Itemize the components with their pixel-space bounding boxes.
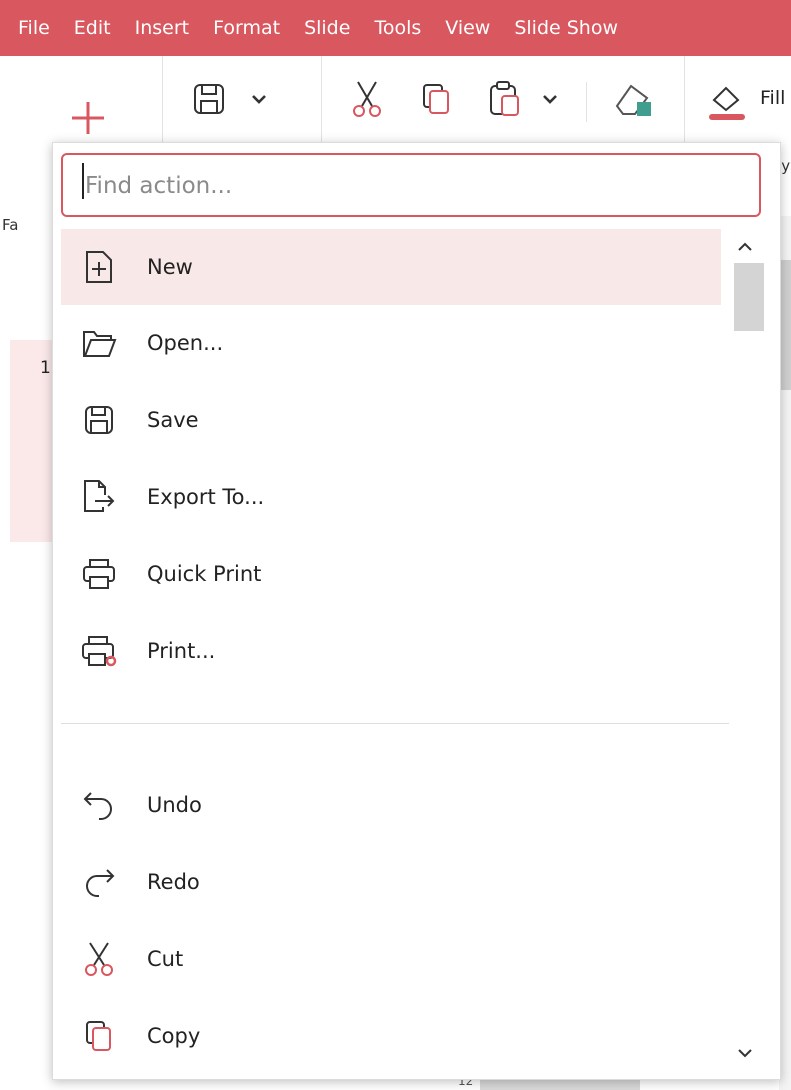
action-label: Undo — [147, 793, 202, 817]
action-open[interactable]: Open... — [61, 305, 721, 381]
action-label: Export To... — [147, 485, 265, 509]
chevron-down-icon[interactable] — [541, 92, 559, 106]
printer-icon — [79, 554, 119, 594]
find-action-input[interactable] — [83, 165, 747, 207]
menu-tools[interactable]: Tools — [362, 0, 433, 56]
find-action-popup: New Open... Save Export To... Quick Prin… — [52, 142, 781, 1080]
ribbon-group-label: Fa — [2, 216, 19, 234]
save-icon — [79, 400, 119, 440]
menu-slide-show[interactable]: Slide Show — [502, 0, 630, 56]
scrollbar-thumb[interactable] — [734, 263, 764, 331]
save-icon[interactable] — [192, 82, 226, 116]
action-label: Copy — [147, 1024, 201, 1048]
action-export-to[interactable]: Export To... — [61, 459, 721, 535]
chevron-down-icon[interactable] — [250, 92, 268, 106]
menu-divider — [61, 723, 729, 724]
action-label: Open... — [147, 331, 224, 355]
undo-icon — [79, 785, 119, 825]
ribbon-divider — [586, 82, 587, 122]
print-settings-icon — [79, 631, 119, 671]
search-box[interactable] — [61, 153, 761, 217]
action-label: Print... — [147, 639, 216, 663]
cut-icon[interactable] — [350, 80, 384, 118]
action-label: New — [147, 255, 193, 279]
plus-icon[interactable] — [70, 100, 106, 136]
action-cut[interactable]: Cut — [61, 921, 721, 997]
action-print[interactable]: Print... — [61, 613, 721, 689]
action-copy[interactable]: Copy — [61, 998, 721, 1074]
action-redo[interactable]: Redo — [61, 844, 721, 920]
new-document-icon — [79, 247, 119, 287]
ribbon-divider — [321, 56, 322, 146]
fill-label[interactable]: Fill — [760, 87, 785, 109]
menu-bar: File Edit Insert Format Slide Tools View… — [0, 0, 791, 56]
fill-color-icon[interactable] — [706, 80, 748, 122]
menu-view[interactable]: View — [433, 0, 502, 56]
text-caret — [82, 163, 84, 199]
action-label: Redo — [147, 870, 200, 894]
copy-icon[interactable] — [420, 82, 454, 116]
action-quick-print[interactable]: Quick Print — [61, 536, 721, 612]
eraser-icon[interactable] — [613, 80, 655, 120]
paste-icon[interactable] — [488, 80, 522, 118]
action-label: Quick Print — [147, 562, 262, 586]
cut-icon — [79, 939, 119, 979]
ribbon-divider — [162, 56, 163, 146]
action-label: Save — [147, 408, 199, 432]
menu-file[interactable]: File — [0, 0, 62, 56]
menu-format[interactable]: Format — [201, 0, 292, 56]
action-label: Cut — [147, 947, 184, 971]
slide-number: 1 — [40, 358, 51, 378]
action-new[interactable]: New — [61, 229, 721, 305]
folder-open-icon — [79, 323, 119, 363]
menu-slide[interactable]: Slide — [292, 0, 362, 56]
action-undo[interactable]: Undo — [61, 767, 721, 843]
scroll-up-icon[interactable] — [733, 237, 757, 257]
action-save[interactable]: Save — [61, 382, 721, 458]
menu-edit[interactable]: Edit — [62, 0, 123, 56]
export-icon — [79, 477, 119, 517]
copy-icon — [79, 1016, 119, 1056]
scroll-down-icon[interactable] — [733, 1043, 757, 1063]
ribbon-divider — [684, 56, 685, 146]
menu-insert[interactable]: Insert — [123, 0, 202, 56]
redo-icon — [79, 862, 119, 902]
